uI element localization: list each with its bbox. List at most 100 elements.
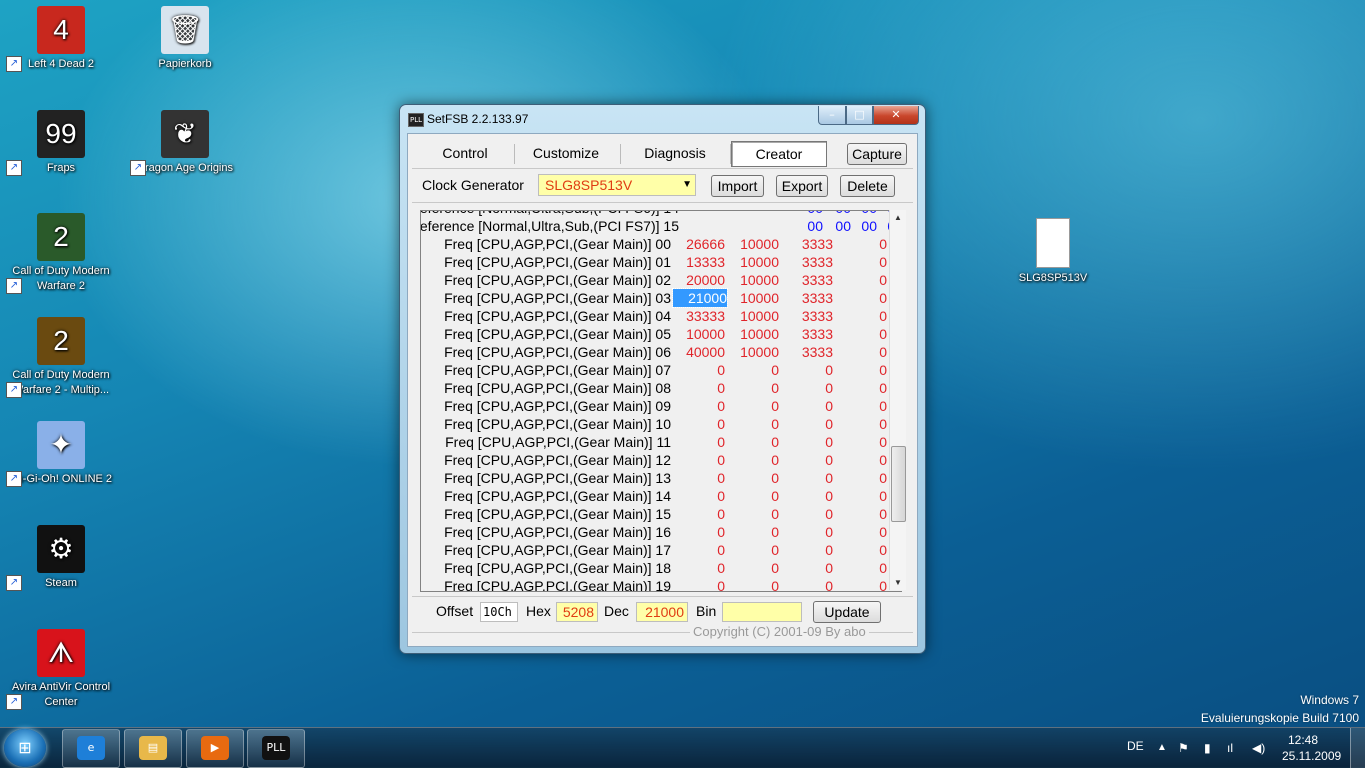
register-value-cell[interactable]: 10000 <box>727 289 779 307</box>
list-scrollbar[interactable]: ▲ ▼ <box>889 210 906 590</box>
register-value-cell[interactable]: 0 <box>781 469 833 487</box>
register-value-cell[interactable]: 0 <box>673 451 725 469</box>
scrollbar-thumb[interactable] <box>891 446 906 522</box>
register-value-cell[interactable]: 20000 <box>673 271 725 289</box>
register-value-cell[interactable]: 0 <box>835 415 887 433</box>
register-value-cell[interactable]: 0 <box>727 415 779 433</box>
register-value-cell[interactable]: 0 <box>673 433 725 451</box>
volume-icon[interactable]: ◀) <box>1252 728 1265 768</box>
dec-field[interactable]: 21000 <box>636 602 688 622</box>
register-value-cell[interactable]: 0 <box>835 379 887 397</box>
desktop-shortcut[interactable]: ↗ 2 Call of Duty Modern Warfare 2 <box>6 213 116 294</box>
register-row[interactable]: Freq [CPU,AGP,PCI,(Gear Main)] 10 0 0 0 0 <box>421 415 891 433</box>
register-value-cell[interactable]: 0 <box>673 415 725 433</box>
scroll-up-arrow-icon[interactable]: ▲ <box>894 213 902 222</box>
register-value-cell[interactable]: 0 <box>781 505 833 523</box>
register-value-cell[interactable]: 0 <box>727 451 779 469</box>
register-row[interactable]: Freq [CPU,AGP,PCI,(Gear Main)] 18 0 0 0 0 <box>421 559 891 577</box>
register-value-cell[interactable]: 0 <box>727 559 779 577</box>
delete-button[interactable]: Delete <box>840 175 895 197</box>
desktop-shortcut[interactable]: ↗ 99 Fraps <box>6 110 116 176</box>
register-value-cell[interactable]: 0 <box>781 433 833 451</box>
desktop-shortcut[interactable]: ↗ ✦ Yu-Gi-Oh! ONLINE 2 <box>6 421 116 487</box>
register-row[interactable]: Freq [CPU,AGP,PCI,(Gear Main)] 00 26666 10… <box>421 235 891 253</box>
register-value-cell[interactable]: 0 <box>835 253 887 271</box>
register-value-cell[interactable]: 0 <box>673 559 725 577</box>
register-value-cell[interactable]: 3333 <box>781 235 833 253</box>
register-row[interactable]: PLL Reference [Normal,Ultra,Sub,(PCI FS6… <box>421 211 902 217</box>
minimize-button[interactable]: – <box>818 106 846 125</box>
register-value-cell[interactable]: 10000 <box>727 235 779 253</box>
register-row[interactable]: Freq [CPU,AGP,PCI,(Gear Main)] 08 0 0 0 0 <box>421 379 891 397</box>
register-value-cell[interactable]: 13333 <box>673 253 725 271</box>
register-value-cell[interactable]: 0 <box>727 433 779 451</box>
register-value-cell[interactable]: 0 <box>781 577 833 591</box>
register-value-cell[interactable]: 0 <box>835 343 887 361</box>
register-value-cell[interactable]: 0 <box>673 487 725 505</box>
register-value-cell[interactable]: 0 <box>727 523 779 541</box>
action-center-flag-icon[interactable]: ⚑ <box>1178 728 1189 768</box>
register-value-cell[interactable]: 3333 <box>781 289 833 307</box>
clock-date[interactable]: 25.11.2009 <box>1282 749 1341 765</box>
register-row[interactable]: Freq [CPU,AGP,PCI,(Gear Main)] 04 33333 10… <box>421 307 891 325</box>
language-indicator[interactable]: DE <box>1127 728 1144 768</box>
desktop-shortcut[interactable]: ↗ ᗑ Avira AntiVir Control Center <box>6 629 116 710</box>
register-value-cell[interactable]: 10000 <box>673 325 725 343</box>
register-value-cell[interactable]: 0 <box>727 487 779 505</box>
register-value-cell[interactable]: 0 <box>835 235 887 253</box>
bin-field[interactable] <box>722 602 802 622</box>
register-value-cell[interactable]: 0 <box>673 577 725 591</box>
register-value-cell[interactable]: 0 <box>673 361 725 379</box>
register-value-cell[interactable]: 3333 <box>781 253 833 271</box>
register-value-cell[interactable]: 0 <box>835 469 887 487</box>
register-row[interactable]: Freq [CPU,AGP,PCI,(Gear Main)] 07 0 0 0 0 <box>421 361 891 379</box>
import-button[interactable]: Import <box>711 175 764 197</box>
register-value-cell[interactable]: 0 <box>781 541 833 559</box>
title-bar[interactable]: PLL SetFSB 2.2.133.97 – □ ✕ <box>400 105 925 131</box>
register-value-cell[interactable]: 0 <box>673 379 725 397</box>
register-value-cell[interactable]: 33333 <box>673 307 725 325</box>
register-value-cell[interactable]: 0 <box>835 307 887 325</box>
register-value-cell[interactable]: 0 <box>835 433 887 451</box>
register-row[interactable]: Freq [CPU,AGP,PCI,(Gear Main)] 15 0 0 0 0 <box>421 505 891 523</box>
offset-field[interactable]: 10Ch <box>480 602 518 622</box>
update-button[interactable]: Update <box>813 601 881 623</box>
register-value-cell[interactable]: 0 <box>835 541 887 559</box>
register-value-cell[interactable]: 0 <box>835 577 887 591</box>
register-value-cell[interactable]: 0 <box>781 451 833 469</box>
desktop-shortcut[interactable]: 🗑 Papierkorb <box>130 6 240 72</box>
register-value-cell[interactable]: 0 <box>835 451 887 469</box>
battery-icon[interactable]: ▮ <box>1204 728 1211 768</box>
desktop-shortcut[interactable]: ↗ ❦ Dragon Age Origins <box>130 110 240 176</box>
desktop-shortcut[interactable]: ↗ ⚙ Steam <box>6 525 116 591</box>
register-value-cell[interactable]: 10000 <box>727 253 779 271</box>
register-row[interactable]: Freq [CPU,AGP,PCI,(Gear Main)] 02 20000 10… <box>421 271 891 289</box>
register-row[interactable]: Freq [CPU,AGP,PCI,(Gear Main)] 12 0 0 0 0 <box>421 451 891 469</box>
setfsb-window[interactable]: PLL SetFSB 2.2.133.97 – □ ✕ Control Cust… <box>399 104 926 654</box>
register-row[interactable]: Freq [CPU,AGP,PCI,(Gear Main)] 03 21000 10… <box>421 288 891 308</box>
register-value-cell[interactable]: 3333 <box>781 343 833 361</box>
register-value-cell[interactable]: 0 <box>673 523 725 541</box>
register-row[interactable]: Freq [CPU,AGP,PCI,(Gear Main)] 01 13333 10… <box>421 253 891 271</box>
tab-creator[interactable]: Creator <box>731 141 827 167</box>
taskbar-internet-explorer-button[interactable]: e <box>62 729 120 768</box>
maximize-button[interactable]: □ <box>846 106 873 125</box>
register-value-cell[interactable]: 3333 <box>781 325 833 343</box>
register-value-cell[interactable]: 0 <box>835 505 887 523</box>
register-row[interactable]: Freq [CPU,AGP,PCI,(Gear Main)] 19 0 0 0 0 <box>421 577 891 591</box>
register-value-cell[interactable]: 0 <box>835 487 887 505</box>
register-value-cell[interactable]: 0 <box>727 379 779 397</box>
register-list[interactable]: PLL Reference [Normal,Ultra,Sub,(PCI FS6… <box>420 210 902 592</box>
clock-generator-select[interactable]: SLG8SP513V ▼ <box>538 174 696 196</box>
register-value-cell[interactable]: 0 <box>727 469 779 487</box>
register-value-cell[interactable]: 0 <box>727 577 779 591</box>
hex-field[interactable]: 5208 <box>556 602 598 622</box>
register-value-cell[interactable]: 3333 <box>781 271 833 289</box>
register-value-cell[interactable]: 0 <box>727 541 779 559</box>
tab-diagnosis[interactable]: Diagnosis <box>624 141 726 165</box>
register-value-cell[interactable]: 0 <box>727 505 779 523</box>
register-value-cell[interactable]: 0 <box>727 361 779 379</box>
register-value-cell[interactable]: 0 <box>781 523 833 541</box>
network-icon[interactable]: ıl <box>1227 728 1233 768</box>
register-value-cell[interactable]: 10000 <box>727 343 779 361</box>
